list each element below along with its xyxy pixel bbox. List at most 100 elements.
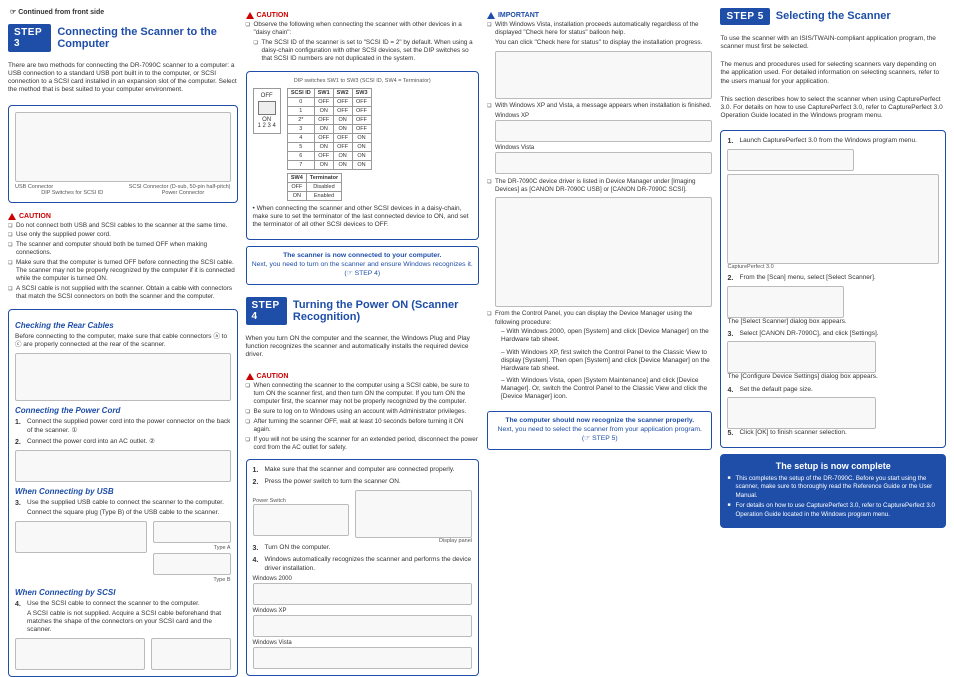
step3-header: STEP 3 Connecting the Scanner to the Com… bbox=[8, 24, 238, 52]
step3-badge: STEP 3 bbox=[8, 24, 51, 52]
cp-item: – With Windows XP, first switch the Cont… bbox=[501, 349, 713, 373]
power-cord-title: Connecting the Power Cord bbox=[15, 406, 231, 415]
caution-item: The scanner and computer should both be … bbox=[16, 241, 238, 257]
step3-done-banner: The scanner is now connected to your com… bbox=[246, 246, 479, 284]
dip-label: DIP Switches for SCSI ID bbox=[41, 190, 103, 196]
device-manager-screenshot bbox=[495, 197, 713, 307]
step5-intro2: The menus and procedures used for select… bbox=[720, 61, 946, 85]
vista-screenshot bbox=[253, 647, 472, 669]
rear-ports-diagram bbox=[15, 112, 231, 182]
complete-title: The setup is now complete bbox=[727, 461, 939, 471]
win2000-screenshot bbox=[253, 583, 472, 605]
dialog-note: The [Configure Device Settings] dialog b… bbox=[727, 373, 939, 381]
power-cord-diagram bbox=[15, 450, 231, 482]
daisy-intro: Observe the following when connecting th… bbox=[254, 21, 479, 37]
step4-s2: Press the power switch to turn the scann… bbox=[265, 478, 401, 485]
scsi-cable-diagram bbox=[151, 638, 230, 670]
step4-header: STEP 4 Turning the Power ON (Scanner Rec… bbox=[246, 297, 479, 325]
step5-s1: Launch CapturePerfect 3.0 from the Windo… bbox=[739, 137, 916, 144]
step5-title: Selecting the Scanner bbox=[776, 10, 891, 22]
caution-item: Be sure to log on to Windows using an ac… bbox=[254, 408, 479, 416]
power-steps: 1.Connect the supplied power cord into t… bbox=[15, 418, 231, 447]
important-item: With Windows XP and Vista, a message app… bbox=[495, 102, 713, 110]
scsi-title: When Connecting by SCSI bbox=[15, 588, 231, 597]
daisy-item: The SCSI ID of the scanner is set to "SC… bbox=[262, 39, 479, 64]
caution-item: Use only the supplied power cord. bbox=[16, 231, 238, 239]
step5-header: STEP 5 Selecting the Scanner bbox=[720, 8, 946, 25]
step4-s3: Turn ON the computer. bbox=[265, 544, 331, 551]
winxp-screenshot bbox=[253, 615, 472, 637]
caution-label: CAUTION bbox=[19, 213, 51, 220]
rear-cables-diagram bbox=[15, 353, 231, 401]
setup-complete-box: The setup is now complete This completes… bbox=[720, 454, 946, 528]
vista-note: You can click "Check here for status" to… bbox=[487, 39, 713, 47]
dialog-note: The [Select Scanner] dialog box appears. bbox=[727, 318, 939, 326]
cp-item: – With Windows 2000, open [System] and c… bbox=[501, 328, 713, 344]
vista-balloon-screenshot bbox=[495, 51, 713, 99]
caution-label: CAUTION bbox=[257, 12, 289, 19]
step5-badge: STEP 5 bbox=[720, 8, 769, 25]
power-switch-diagram bbox=[253, 504, 349, 536]
power-connector-label: Power Connector bbox=[162, 190, 205, 196]
step3-intro: There are two methods for connecting the… bbox=[8, 62, 238, 95]
step4-done-banner: The computer should now recognize the sc… bbox=[487, 411, 713, 449]
start-menu-screenshot bbox=[727, 149, 854, 171]
usb-computer-diagram bbox=[15, 521, 147, 553]
caution-icon bbox=[246, 373, 254, 380]
captureperfect-screenshot bbox=[727, 174, 939, 264]
column-1: ☞ Continued from front side STEP 3 Conne… bbox=[8, 8, 238, 666]
caution-icon bbox=[8, 213, 16, 220]
step5-s2: From the [Scan] menu, select [Select Sca… bbox=[739, 274, 875, 281]
type-b-label: Type B bbox=[153, 577, 231, 583]
important-icon bbox=[487, 12, 495, 19]
xp-done-screenshot bbox=[495, 120, 713, 142]
os-label: Windows Vista bbox=[487, 145, 713, 151]
step4-s1: Make sure that the scanner and computer … bbox=[265, 466, 455, 473]
step5-intro3: This section describes how to select the… bbox=[720, 96, 946, 120]
connector-diagram-panel: USB Connector SCSI Connector (D-sub, 50-… bbox=[8, 105, 238, 203]
device-settings-screenshot bbox=[727, 397, 875, 429]
step4-title: Turning the Power ON (Scanner Recognitio… bbox=[293, 299, 479, 323]
step4-procedure-panel: 1.Make sure that the scanner and compute… bbox=[246, 459, 479, 676]
dip-switch-panel: DIP switches SW1 to SW3 (SCSI ID, SW4 = … bbox=[246, 71, 479, 240]
usb-note: Connect the square plug (Type B) of the … bbox=[27, 509, 231, 517]
complete-item: This completes the setup of the DR-7090C… bbox=[735, 475, 939, 500]
os-label: Windows XP bbox=[253, 608, 472, 614]
scsi-step: Use the SCSI cable to connect the scanne… bbox=[27, 600, 200, 607]
daisy-terminator-note: • When connecting the scanner and other … bbox=[253, 205, 472, 229]
caution-block-2: CAUTION Observe the following when conne… bbox=[246, 8, 479, 65]
dip-nums: 1 2 3 4 bbox=[258, 123, 276, 129]
os-label: Windows XP bbox=[487, 113, 713, 119]
usb-step: Use the supplied USB cable to connect th… bbox=[27, 499, 224, 506]
os-label: Windows 2000 bbox=[253, 576, 472, 582]
important-label: IMPORTANT bbox=[498, 12, 539, 19]
type-a-label: Type A bbox=[153, 545, 231, 551]
caution-item: After turning the scanner OFF, wait at l… bbox=[254, 418, 479, 434]
select-scanner-screenshot bbox=[727, 341, 875, 373]
power-step: Connect the supplied power cord into the… bbox=[27, 418, 230, 434]
rear-cables-title: Checking the Rear Cables bbox=[15, 321, 231, 330]
important-item: From the Control Panel, you can display … bbox=[495, 310, 713, 326]
caution-item: Make sure that the computer is turned OF… bbox=[16, 259, 238, 284]
caution-item: If you will not be using the scanner for… bbox=[254, 436, 479, 452]
usb-steps: 3.Use the supplied USB cable to connect … bbox=[15, 499, 231, 517]
caution-item: A SCSI cable is not supplied with the sc… bbox=[16, 285, 238, 301]
caution-label: CAUTION bbox=[257, 373, 289, 380]
important-item: With Windows Vista, installation proceed… bbox=[495, 21, 713, 37]
dip-term-table: SW4TerminatorOFFDisabledONEnabled bbox=[287, 173, 342, 201]
important-block: IMPORTANT With Windows Vista, installati… bbox=[487, 8, 713, 405]
scsi-steps: 4.Use the SCSI cable to connect the scan… bbox=[15, 600, 231, 634]
dip-id-table: SCSI IDSW1SW2SW30OFFOFFOFF1ONOFFOFF2*OFF… bbox=[287, 88, 372, 170]
step4-badge: STEP 4 bbox=[246, 297, 287, 325]
vista-done-screenshot bbox=[495, 152, 713, 174]
column-2: CAUTION Observe the following when conne… bbox=[246, 8, 479, 666]
step4-s4: Windows automatically recognizes the sca… bbox=[265, 556, 472, 572]
step5-procedure-panel: 1.Launch CapturePerfect 3.0 from the Win… bbox=[720, 130, 946, 448]
caution-icon bbox=[246, 12, 254, 19]
caution-item: Do not connect both USB and SCSI cables … bbox=[16, 222, 238, 230]
usb-title: When Connecting by USB bbox=[15, 487, 231, 496]
usb-typea-diagram bbox=[153, 521, 231, 543]
scsi-computer-diagram bbox=[15, 638, 145, 670]
scsi-note: A SCSI cable is not supplied. Acquire a … bbox=[27, 610, 231, 634]
step5-intro1: To use the scanner with an ISIS/TWAIN-co… bbox=[720, 35, 946, 51]
